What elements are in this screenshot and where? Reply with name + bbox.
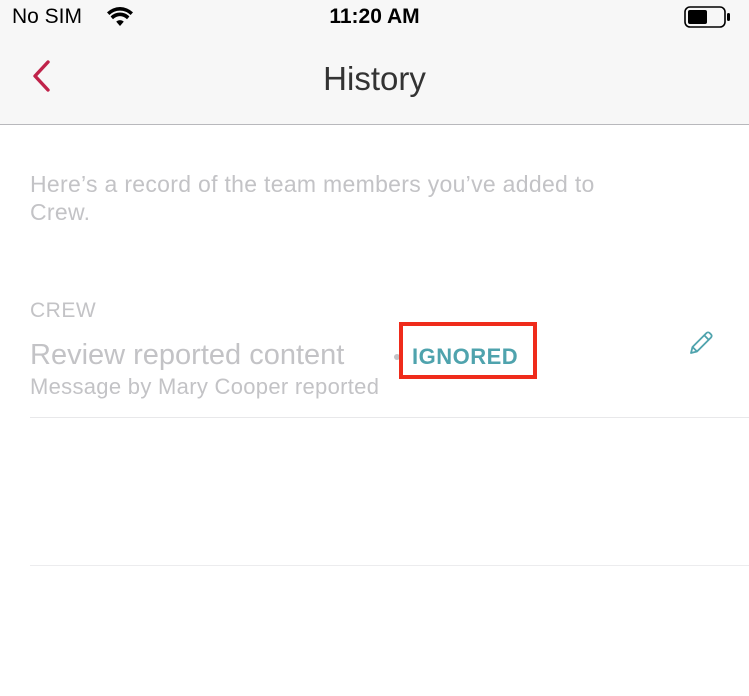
section-header-crew: CREW: [30, 299, 97, 322]
history-item-subtitle: Message by Mary Cooper reported: [30, 374, 380, 399]
history-item-title: Review reported content: [30, 339, 345, 371]
pencil-icon: [686, 328, 716, 363]
intro-description: Here’s a record of the team members you’…: [30, 171, 595, 225]
clock-label: 11:20 AM: [329, 5, 420, 28]
battery-icon: [684, 6, 732, 33]
list-divider: [30, 565, 749, 566]
history-list-item[interactable]: Review reported content IGNORED Message …: [30, 322, 749, 418]
page-title: History: [323, 60, 426, 97]
status-bar: No SIM 11:20 AM: [0, 0, 749, 36]
navigation-bar: History: [0, 36, 749, 125]
edit-button[interactable]: [684, 328, 718, 362]
highlight-box: [399, 322, 537, 379]
